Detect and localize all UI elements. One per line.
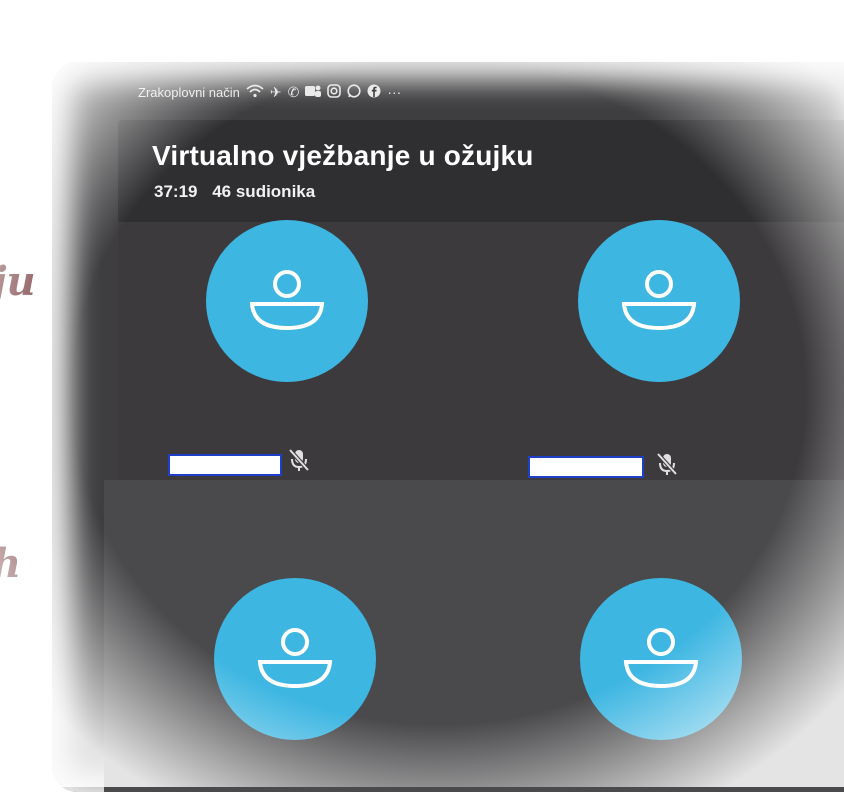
participant-avatar-3[interactable]	[214, 578, 376, 740]
phone-icon: ✆	[287, 84, 300, 100]
facebook-icon	[367, 84, 381, 100]
mic-off-icon	[288, 448, 310, 472]
meeting-header: Virtualno vježbanje u ožujku 37:19 46 su…	[118, 120, 844, 222]
side-text-bottom: h	[0, 540, 21, 587]
call-duration: 37:19	[154, 182, 198, 201]
meeting-title: Virtualno vježbanje u ožujku	[152, 140, 534, 171]
mic-off-icon	[656, 452, 678, 476]
participant-avatar-2[interactable]	[578, 220, 740, 382]
status-bar: Zrakoplovni način ✈ ✆ ···	[138, 82, 401, 102]
participant-avatar-4[interactable]	[580, 578, 742, 740]
person-icon	[249, 270, 325, 331]
whatsapp-icon	[347, 84, 361, 100]
person-icon	[621, 270, 697, 331]
name-redaction-bar	[168, 454, 282, 476]
instagram-icon	[327, 84, 342, 100]
person-icon	[257, 628, 333, 689]
more-icon: ···	[387, 84, 402, 100]
person-icon	[623, 628, 699, 689]
meeting-info: 37:19 46 sudionika	[154, 182, 315, 202]
side-text-top: ju	[0, 258, 36, 305]
airplane-mode-label: Zrakoplovni način	[138, 84, 240, 100]
participant-avatar-1[interactable]	[206, 220, 368, 382]
teams-icon	[305, 84, 322, 100]
name-redaction-bar	[528, 456, 644, 478]
participant-count: 46 sudionika	[212, 182, 316, 201]
airplane-icon: ✈	[269, 84, 282, 100]
wifi-icon	[246, 84, 264, 100]
